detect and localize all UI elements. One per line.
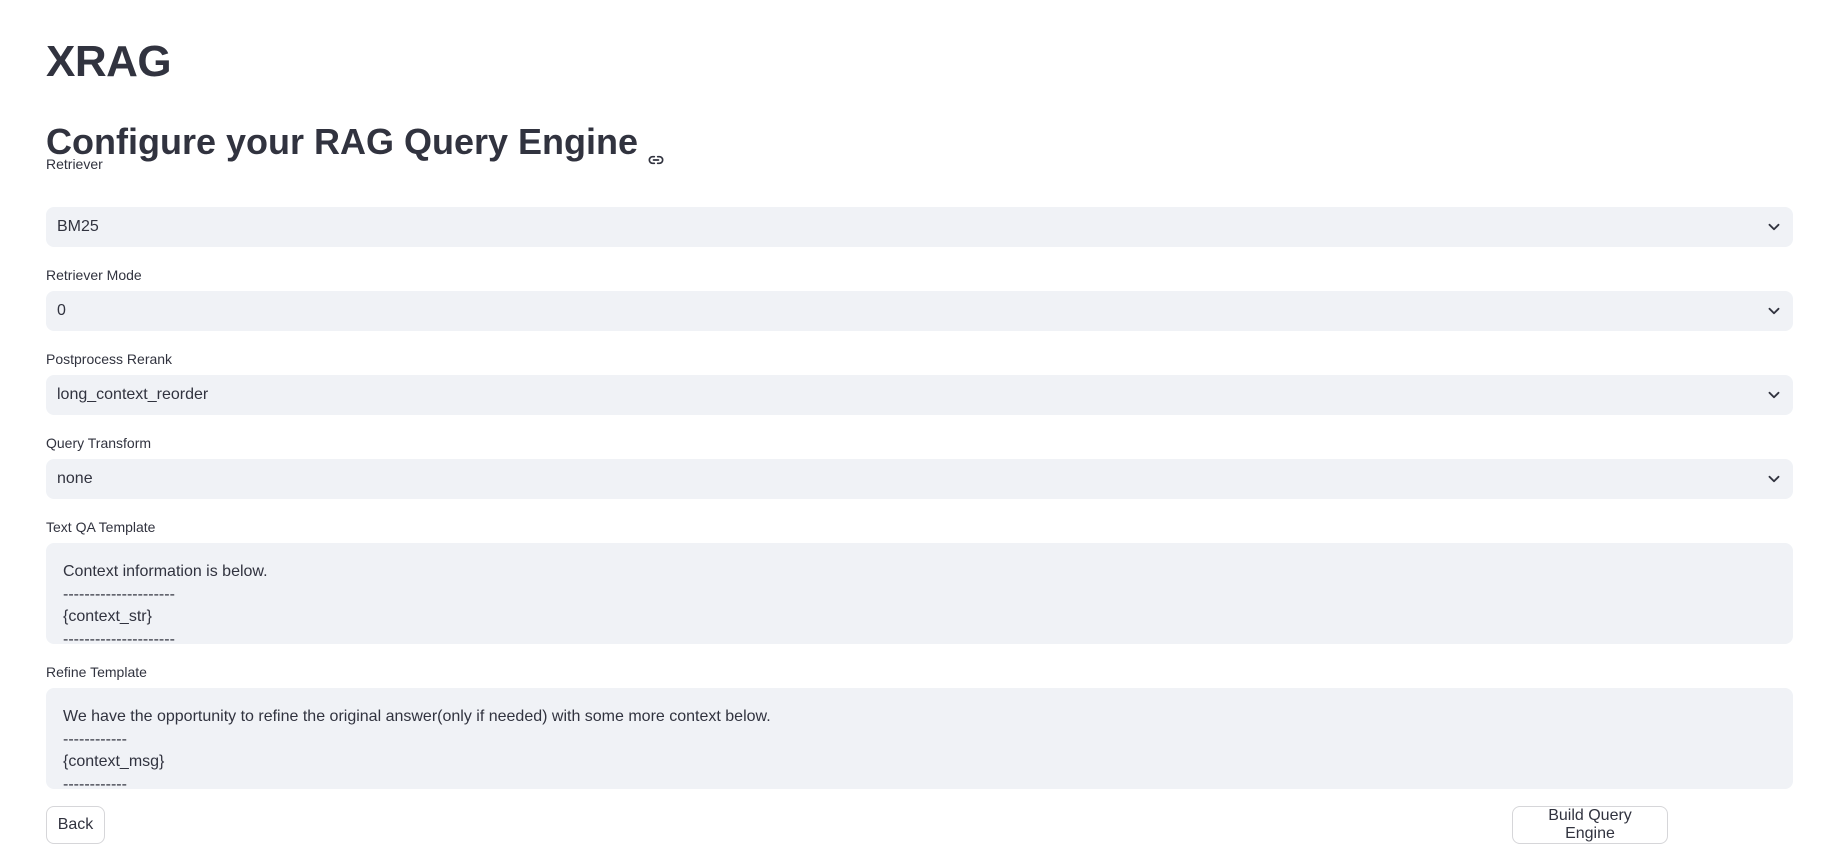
retriever-mode-value: 0	[57, 302, 66, 319]
postprocess-rerank-label: Postprocess Rerank	[46, 351, 173, 367]
chevron-down-icon	[1765, 218, 1783, 236]
query-transform-value: none	[57, 470, 93, 487]
chevron-down-icon	[1765, 386, 1783, 404]
textarea-line: ---------------------	[63, 585, 175, 603]
query-transform-label: Query Transform	[46, 435, 152, 451]
chevron-down-icon	[1765, 470, 1783, 488]
section-title-text: Configure your RAG Query Engine	[46, 121, 639, 162]
textarea-line: ------------	[63, 775, 127, 790]
retriever-mode-label: Retriever Mode	[46, 267, 142, 283]
resize-handle-icon[interactable]	[1785, 781, 1792, 789]
postprocess-rerank-select[interactable]: long_context_reorder	[46, 375, 1793, 415]
retriever-value: BM25	[57, 218, 99, 235]
chevron-down-icon	[1765, 302, 1783, 320]
app-title: XRAG	[46, 37, 172, 86]
retriever-select[interactable]: BM25	[46, 207, 1793, 247]
retriever-label: Retriever	[46, 156, 103, 172]
query-transform-select[interactable]: none	[46, 459, 1793, 499]
build-query-engine-button[interactable]: Build Query Engine	[1512, 806, 1668, 844]
textarea-line: ---------------------	[63, 630, 175, 645]
textarea-line: {context_str}	[63, 608, 152, 625]
back-button[interactable]: Back	[46, 806, 105, 844]
refine-template-label: Refine Template	[46, 664, 147, 680]
textarea-line: ------------	[63, 730, 127, 748]
text-qa-template-label: Text QA Template	[46, 519, 156, 535]
textarea-line: We have the opportunity to refine the or…	[63, 708, 771, 725]
text-qa-template-textarea[interactable]: Context information is below. ----------…	[46, 543, 1793, 644]
page: XRAG Configure your RAG Query Engine Ret…	[0, 0, 1828, 856]
resize-handle-icon[interactable]	[1785, 636, 1792, 644]
section-title: Configure your RAG Query Engine	[46, 120, 666, 164]
link-icon[interactable]	[646, 136, 666, 164]
textarea-line: {context_msg}	[63, 753, 165, 770]
retriever-mode-select[interactable]: 0	[46, 291, 1793, 331]
postprocess-rerank-value: long_context_reorder	[57, 386, 209, 403]
textarea-line: Context information is below.	[63, 563, 268, 580]
refine-template-textarea[interactable]: We have the opportunity to refine the or…	[46, 688, 1793, 789]
